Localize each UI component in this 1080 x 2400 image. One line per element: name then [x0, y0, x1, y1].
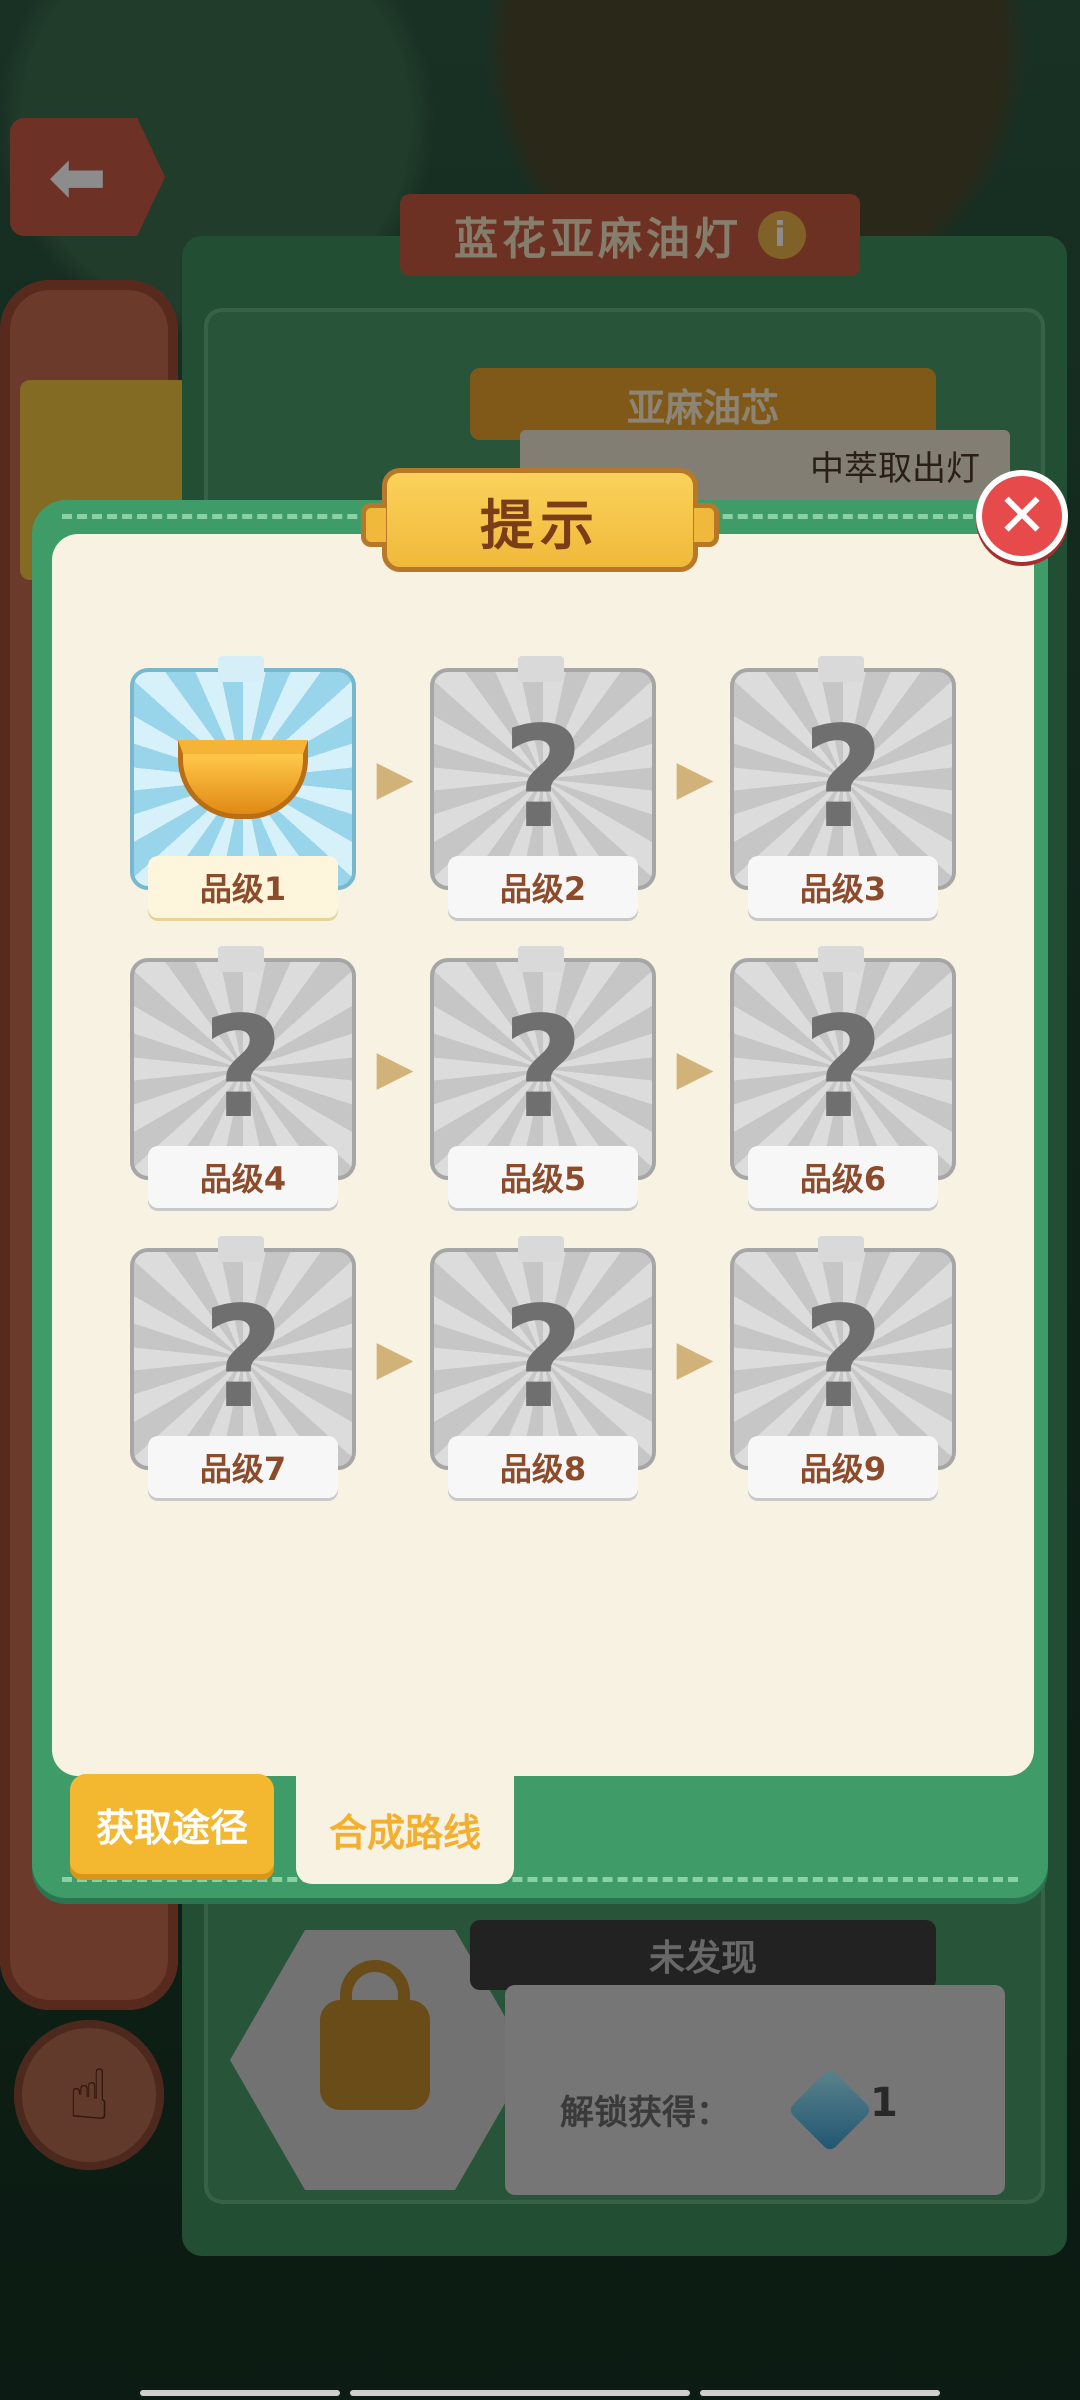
tier-tape: [818, 656, 864, 682]
question-mark-icon: ?: [202, 987, 284, 1150]
nav-segment: [140, 2390, 340, 2396]
tier-card-6[interactable]: ? 品级6: [730, 946, 956, 1218]
tier-tape: [818, 946, 864, 972]
tier-card-4[interactable]: ? 品级4: [130, 946, 356, 1218]
tier-label: 品级3: [748, 856, 938, 918]
tier-tape: [218, 656, 264, 682]
tier-tape: [518, 1236, 564, 1262]
tab-craft-route[interactable]: 合成路线: [296, 1774, 514, 1884]
question-mark-icon: ?: [802, 697, 884, 860]
question-mark-icon: ?: [502, 987, 584, 1150]
tier-card-9[interactable]: ? 品级9: [730, 1236, 956, 1508]
modal-dashed-border-bottom: [62, 1877, 1018, 1882]
tier-card-7[interactable]: ? 品级7: [130, 1236, 356, 1508]
question-mark-icon: ?: [502, 1277, 584, 1440]
close-icon: ✕: [996, 481, 1048, 551]
system-nav-bar: [0, 2386, 1080, 2400]
tier-label: 品级1: [148, 856, 338, 918]
tier-card-8[interactable]: ? 品级8: [430, 1236, 656, 1508]
question-mark-icon: ?: [202, 1277, 284, 1440]
tier-label: 品级7: [148, 1436, 338, 1498]
tier-label: 品级4: [148, 1146, 338, 1208]
arrow-right-icon: ▶: [676, 1330, 714, 1386]
tier-tape: [218, 946, 264, 972]
tier-label: 品级8: [448, 1436, 638, 1498]
tier-label: 品级6: [748, 1146, 938, 1208]
tier-tape: [518, 946, 564, 972]
modal-title: 提示: [361, 468, 719, 572]
arrow-right-icon: ▶: [676, 750, 714, 806]
close-button[interactable]: ✕: [976, 470, 1068, 562]
nav-segment: [700, 2390, 940, 2396]
question-mark-icon: ?: [802, 1277, 884, 1440]
nav-segment: [350, 2390, 690, 2396]
tier-card-2[interactable]: ? 品级2: [430, 656, 656, 928]
tier-card-1[interactable]: 品级1: [130, 656, 356, 928]
tier-label: 品级9: [748, 1436, 938, 1498]
arrow-right-icon: ▶: [376, 1040, 414, 1096]
oil-bowl-icon: [178, 739, 308, 819]
tier-tape: [518, 656, 564, 682]
tab-get-method[interactable]: 获取途径: [70, 1774, 274, 1874]
tier-tape: [818, 1236, 864, 1262]
tier-tape: [218, 1236, 264, 1262]
arrow-right-icon: ▶: [376, 750, 414, 806]
tier-label: 品级2: [448, 856, 638, 918]
question-mark-icon: ?: [502, 697, 584, 860]
arrow-right-icon: ▶: [676, 1040, 714, 1096]
tier-label: 品级5: [448, 1146, 638, 1208]
arrow-right-icon: ▶: [376, 1330, 414, 1386]
tier-card-3[interactable]: ? 品级3: [730, 656, 956, 928]
question-mark-icon: ?: [802, 987, 884, 1150]
tier-card-5[interactable]: ? 品级5: [430, 946, 656, 1218]
